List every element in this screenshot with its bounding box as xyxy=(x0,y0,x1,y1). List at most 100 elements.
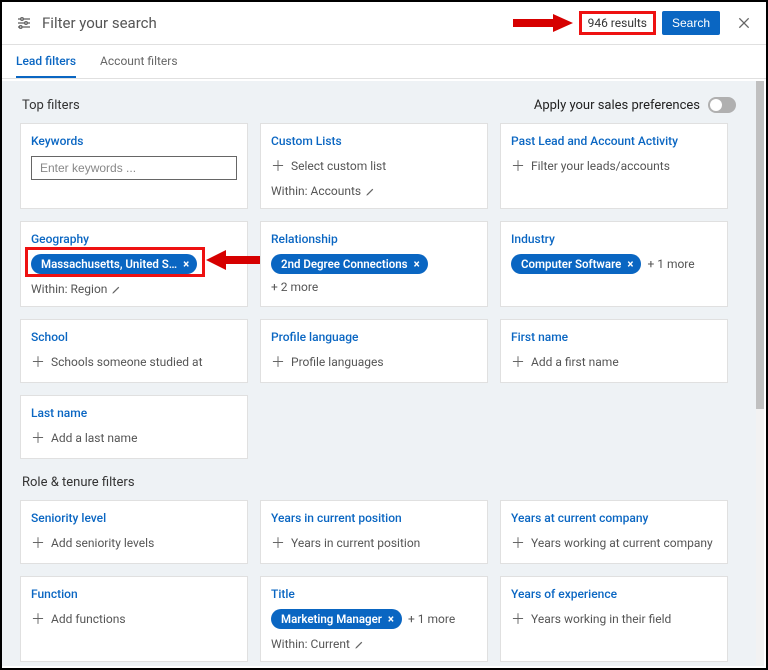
card-geography: Geography Massachusetts, United S… × Wit… xyxy=(20,221,248,307)
filter-tabs: Lead filters Account filters xyxy=(2,45,766,79)
seniority-add-label: Add seniority levels xyxy=(51,536,154,550)
relationship-more[interactable]: + 2 more xyxy=(271,280,318,294)
title-within-label: Within: Current xyxy=(271,637,350,651)
card-title-custom: Custom Lists xyxy=(271,134,477,148)
card-title-industry: Industry xyxy=(511,232,717,246)
card-custom-lists: Custom Lists ＋ Select custom list Within… xyxy=(260,123,488,209)
plang-add[interactable]: ＋ Profile languages xyxy=(271,352,477,372)
card-keywords: Keywords xyxy=(20,123,248,209)
geography-within-label: Within: Region xyxy=(31,282,107,296)
keywords-input[interactable] xyxy=(31,156,237,180)
close-icon[interactable] xyxy=(736,15,752,31)
geography-pill[interactable]: Massachusetts, United S… × xyxy=(31,254,197,274)
industry-pill[interactable]: Computer Software × xyxy=(511,254,641,274)
card-relationship: Relationship 2nd Degree Connections × + … xyxy=(260,221,488,307)
pencil-icon xyxy=(354,639,365,650)
plus-icon: ＋ xyxy=(511,533,525,553)
plang-add-label: Profile languages xyxy=(291,355,384,369)
plus-icon: ＋ xyxy=(271,352,285,372)
card-title-filter: Title Marketing Manager × + 1 more Withi… xyxy=(260,576,488,662)
plus-icon: ＋ xyxy=(31,428,45,448)
card-title-relationship: Relationship xyxy=(271,232,477,246)
pill-remove-icon[interactable]: × xyxy=(414,257,420,271)
past-activity-add[interactable]: ＋ Filter your leads/accounts xyxy=(511,156,717,176)
seniority-add[interactable]: ＋ Add seniority levels xyxy=(31,533,237,553)
plus-icon: ＋ xyxy=(31,533,45,553)
plus-icon: ＋ xyxy=(511,156,525,176)
card-title-seniority: Seniority level xyxy=(31,511,237,525)
filter-settings-icon xyxy=(16,15,32,31)
card-title-geography: Geography xyxy=(31,232,237,246)
vertical-scrollbar[interactable] xyxy=(756,81,764,666)
card-profile-language: Profile language ＋ Profile languages xyxy=(260,319,488,383)
school-add-label: Schools someone studied at xyxy=(51,355,203,369)
industry-more[interactable]: + 1 more xyxy=(647,257,694,271)
card-title-past: Past Lead and Account Activity xyxy=(511,134,717,148)
card-title-school: School xyxy=(31,330,237,344)
custom-lists-add[interactable]: ＋ Select custom list xyxy=(271,156,477,176)
card-years-position: Years in current position ＋ Years in cur… xyxy=(260,500,488,564)
geography-pill-label: Massachusetts, United S… xyxy=(41,257,177,271)
pill-remove-icon[interactable]: × xyxy=(183,257,189,271)
search-button[interactable]: Search xyxy=(662,11,720,35)
card-title-yearspos: Years in current position xyxy=(271,511,477,525)
filter-scroll-area[interactable]: Top filters Apply your sales preferences… xyxy=(2,81,756,666)
card-years-company: Years at current company ＋ Years working… xyxy=(500,500,728,564)
scrollbar-thumb[interactable] xyxy=(756,81,764,409)
card-title-fname: First name xyxy=(511,330,717,344)
plus-icon: ＋ xyxy=(511,609,525,629)
card-industry: Industry Computer Software × + 1 more xyxy=(500,221,728,307)
custom-lists-within-label: Within: Accounts xyxy=(271,184,361,198)
pencil-icon xyxy=(111,284,122,295)
custom-lists-within[interactable]: Within: Accounts xyxy=(271,184,477,198)
section-title-top: Top filters xyxy=(22,98,80,113)
results-count: 946 results xyxy=(579,11,656,35)
industry-pill-label: Computer Software xyxy=(521,257,621,271)
pill-remove-icon[interactable]: × xyxy=(388,612,394,626)
red-arrow-annotation-icon xyxy=(513,13,573,33)
card-title-titlecard: Title xyxy=(271,587,477,601)
plus-icon: ＋ xyxy=(271,156,285,176)
tab-account-filters[interactable]: Account filters xyxy=(100,45,178,78)
section-title-role: Role & tenure filters xyxy=(22,475,135,490)
section-role-tenure: Role & tenure filters xyxy=(2,459,756,500)
geography-within[interactable]: Within: Region xyxy=(31,282,237,296)
title-pill[interactable]: Marketing Manager × xyxy=(271,609,402,629)
lname-add[interactable]: ＋ Add a last name xyxy=(31,428,237,448)
yearspos-add-label: Years in current position xyxy=(291,536,420,550)
card-title-plang: Profile language xyxy=(271,330,477,344)
plus-icon: ＋ xyxy=(31,352,45,372)
title-within[interactable]: Within: Current xyxy=(271,637,477,651)
past-activity-add-label: Filter your leads/accounts xyxy=(531,159,670,173)
card-title-keywords: Keywords xyxy=(31,134,237,148)
school-add[interactable]: ＋ Schools someone studied at xyxy=(31,352,237,372)
sales-preferences-toggle[interactable] xyxy=(708,97,736,113)
plus-icon: ＋ xyxy=(271,533,285,553)
title-more[interactable]: + 1 more xyxy=(408,612,455,626)
yearspos-add[interactable]: ＋ Years in current position xyxy=(271,533,477,553)
card-function: Function ＋ Add functions xyxy=(20,576,248,662)
yoe-add[interactable]: ＋ Years working in their field xyxy=(511,609,717,629)
yearsco-add[interactable]: ＋ Years working at current company xyxy=(511,533,717,553)
pencil-icon xyxy=(365,186,376,197)
header-title: Filter your search xyxy=(42,14,513,32)
yearsco-add-label: Years working at current company xyxy=(531,536,713,550)
card-title-yearsco: Years at current company xyxy=(511,511,717,525)
pill-remove-icon[interactable]: × xyxy=(627,257,633,271)
header-right-group: 946 results Search xyxy=(513,11,752,35)
fname-add[interactable]: ＋ Add a first name xyxy=(511,352,717,372)
title-pill-label: Marketing Manager xyxy=(281,612,382,626)
section-top-filters: Top filters Apply your sales preferences xyxy=(2,81,756,123)
tab-lead-filters[interactable]: Lead filters xyxy=(16,45,76,78)
plus-icon: ＋ xyxy=(31,609,45,629)
card-school: School ＋ Schools someone studied at xyxy=(20,319,248,383)
sales-preferences-group: Apply your sales preferences xyxy=(534,97,736,113)
custom-lists-add-label: Select custom list xyxy=(291,159,386,173)
card-years-experience: Years of experience ＋ Years working in t… xyxy=(500,576,728,662)
card-past-activity: Past Lead and Account Activity ＋ Filter … xyxy=(500,123,728,209)
plus-icon: ＋ xyxy=(511,352,525,372)
card-first-name: First name ＋ Add a first name xyxy=(500,319,728,383)
relationship-pill[interactable]: 2nd Degree Connections × xyxy=(271,254,428,274)
function-add[interactable]: ＋ Add functions xyxy=(31,609,237,629)
function-add-label: Add functions xyxy=(51,612,126,626)
